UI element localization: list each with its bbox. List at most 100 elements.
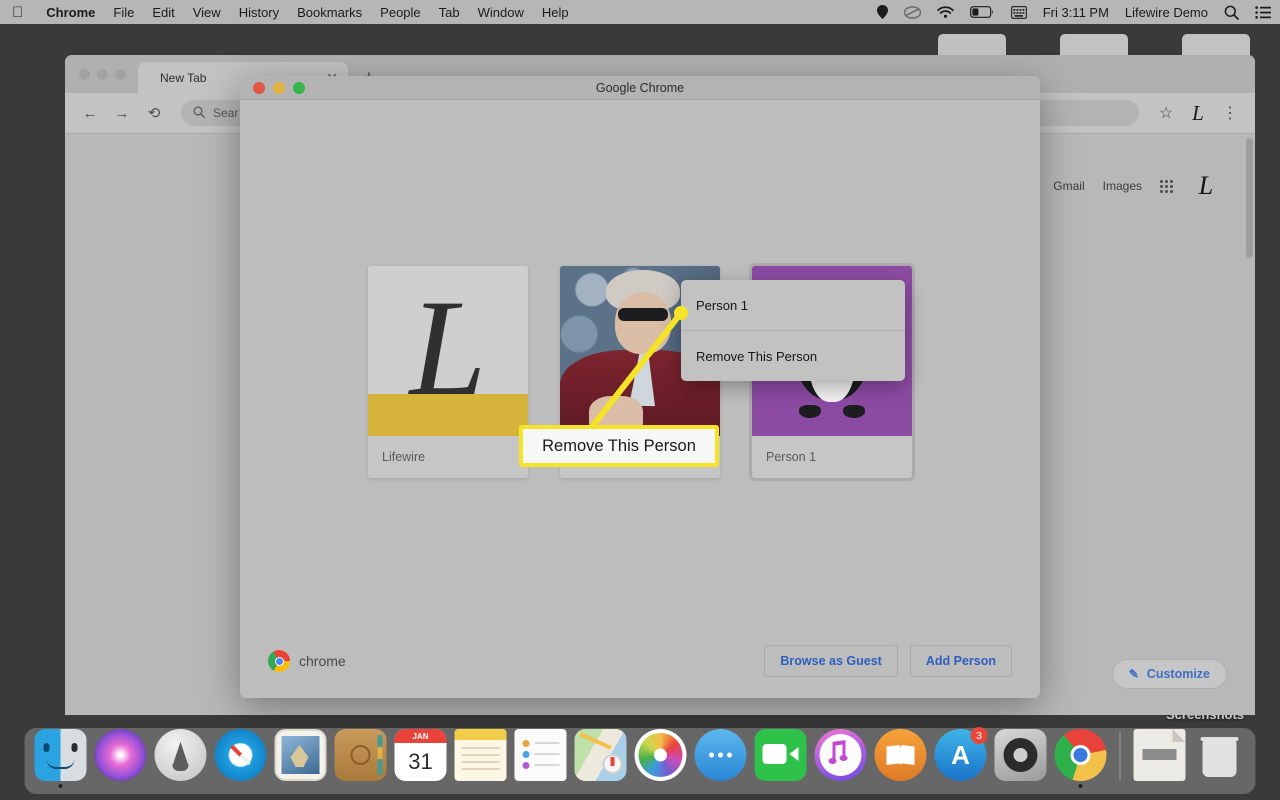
dock-item-facetime[interactable] (754, 729, 807, 788)
profile-context-menu[interactable]: Person 1 Remove This Person (681, 280, 905, 381)
menu-item-edit[interactable]: Edit (143, 5, 183, 20)
page-scrollbar[interactable] (1246, 138, 1253, 258)
dock-item-photos[interactable] (634, 729, 687, 788)
apps-grid-icon[interactable] (1160, 179, 1173, 193)
macos-menu-bar:  Chrome File Edit View History Bookmark… (0, 0, 1280, 24)
running-indicator (1019, 784, 1023, 788)
remove-this-person-menu-item[interactable]: Remove This Person (681, 331, 905, 381)
creative-cloud-icon[interactable] (896, 5, 929, 19)
minimize-button[interactable] (97, 68, 108, 80)
battery-icon[interactable] (962, 6, 1003, 18)
running-indicator (779, 784, 783, 788)
dock-item-safari[interactable] (214, 729, 267, 788)
finder-icon (34, 729, 87, 781)
dock-item-reminders[interactable] (514, 729, 567, 788)
location-icon[interactable] (869, 5, 896, 19)
dialog-title: Google Chrome (595, 80, 685, 95)
chrome-window-traffic-lights[interactable] (75, 55, 138, 93)
notes-icon (454, 729, 507, 781)
apple-icon[interactable]:  (12, 5, 23, 20)
trash-icon (1194, 729, 1246, 781)
browse-as-guest-button[interactable]: Browse as Guest (764, 645, 898, 677)
context-menu-header: Person 1 (696, 297, 749, 313)
menu-item-view[interactable]: View (184, 5, 230, 20)
menubar-clock[interactable]: Fri 3:11 PM (1035, 5, 1117, 20)
running-indicator (119, 784, 123, 788)
zoom-button[interactable] (115, 68, 126, 80)
dock-item-app-store[interactable]: A 3 (934, 727, 988, 788)
running-indicator (839, 784, 843, 788)
running-indicator (899, 784, 903, 788)
profile-avatar[interactable]: L (1185, 100, 1211, 126)
chrome-brand-label: chrome (299, 653, 346, 669)
wifi-icon[interactable] (929, 5, 962, 19)
dock-item-contacts[interactable] (334, 729, 387, 788)
dock-item-finder[interactable] (34, 729, 87, 788)
running-indicator (479, 784, 483, 788)
avatar[interactable]: L (1191, 171, 1221, 201)
dock-item-itunes[interactable] (814, 729, 867, 788)
close-button[interactable] (79, 68, 90, 80)
menu-item-tab[interactable]: Tab (430, 5, 469, 20)
dock-item-books[interactable] (874, 729, 927, 788)
system-preferences-icon (994, 729, 1047, 781)
customize-button[interactable]: ✎ Customize (1111, 659, 1227, 689)
menu-item-history[interactable]: History (230, 5, 288, 20)
dock-item-document[interactable] (1133, 729, 1186, 788)
profile-name: Lifewire (368, 436, 528, 478)
menu-item-chrome[interactable]: Chrome (37, 5, 104, 20)
profile-card-lifewire[interactable]: L Lifewire (368, 266, 528, 478)
background-window-3[interactable] (1182, 34, 1250, 56)
input-menu-icon[interactable] (1003, 5, 1035, 19)
penguin-foot-right (843, 405, 865, 418)
dock-item-mail[interactable] (274, 729, 327, 788)
menu-item-bookmarks[interactable]: Bookmarks (288, 5, 371, 20)
dock-item-messages[interactable] (694, 729, 747, 788)
dock-item-maps[interactable] (574, 729, 627, 788)
profile-card-list: L Lifewire Person 1 (240, 266, 1040, 478)
profile-name: Person 1 (752, 436, 912, 478)
logo-letter: L (409, 270, 487, 424)
images-link[interactable]: Images (1103, 179, 1142, 193)
customize-label: Customize (1146, 667, 1210, 681)
new-tab-page-links: Gmail Images L (1053, 171, 1221, 201)
dock-item-trash[interactable] (1194, 729, 1246, 788)
back-arrow-icon[interactable]: ← (77, 100, 103, 126)
lifewire-logo: L (368, 266, 528, 436)
calendar-month: JAN (394, 729, 447, 743)
contacts-icon (334, 729, 387, 781)
calendar-icon: JAN 31 (394, 729, 447, 781)
running-indicator (1218, 784, 1222, 788)
macos-dock: JAN 31 A 3 (24, 727, 1256, 794)
menu-item-file[interactable]: File (104, 5, 143, 20)
control-center-icon[interactable] (1247, 5, 1280, 19)
dock-item-calendar[interactable]: JAN 31 (394, 729, 447, 788)
running-indicator (299, 784, 303, 788)
running-indicator (539, 784, 543, 788)
reload-icon[interactable]: ⟲ (141, 100, 167, 126)
menu-item-people[interactable]: People (371, 5, 429, 20)
dock-item-siri[interactable] (94, 729, 147, 788)
profile-picker-dialog[interactable]: Google Chrome L Lifewire Person 1 Person… (240, 76, 1040, 698)
background-window-1[interactable] (938, 34, 1006, 56)
three-dot-menu-icon[interactable]: ⋮ (1217, 100, 1243, 126)
forward-arrow-icon[interactable]: → (109, 100, 135, 126)
pencil-icon: ✎ (1128, 667, 1139, 681)
calendar-day: 31 (408, 749, 433, 774)
document-icon (1133, 729, 1186, 781)
menu-item-window[interactable]: Window (469, 5, 533, 20)
chrome-branding: chrome (268, 650, 346, 672)
menu-item-help[interactable]: Help (533, 5, 578, 20)
penguin-foot-left (799, 405, 821, 418)
spotlight-search-icon[interactable] (1216, 5, 1247, 20)
dock-item-system-preferences[interactable] (994, 729, 1047, 788)
menubar-username[interactable]: Lifewire Demo (1117, 5, 1216, 20)
dock-item-notes[interactable] (454, 729, 507, 788)
add-person-button[interactable]: Add Person (909, 645, 1012, 677)
dock-item-launchpad[interactable] (154, 729, 207, 788)
gmail-link[interactable]: Gmail (1053, 179, 1084, 193)
dock-item-chrome[interactable] (1054, 729, 1107, 788)
background-window-2[interactable] (1060, 34, 1128, 56)
running-indicator (359, 784, 363, 788)
star-icon[interactable]: ☆ (1153, 100, 1179, 126)
